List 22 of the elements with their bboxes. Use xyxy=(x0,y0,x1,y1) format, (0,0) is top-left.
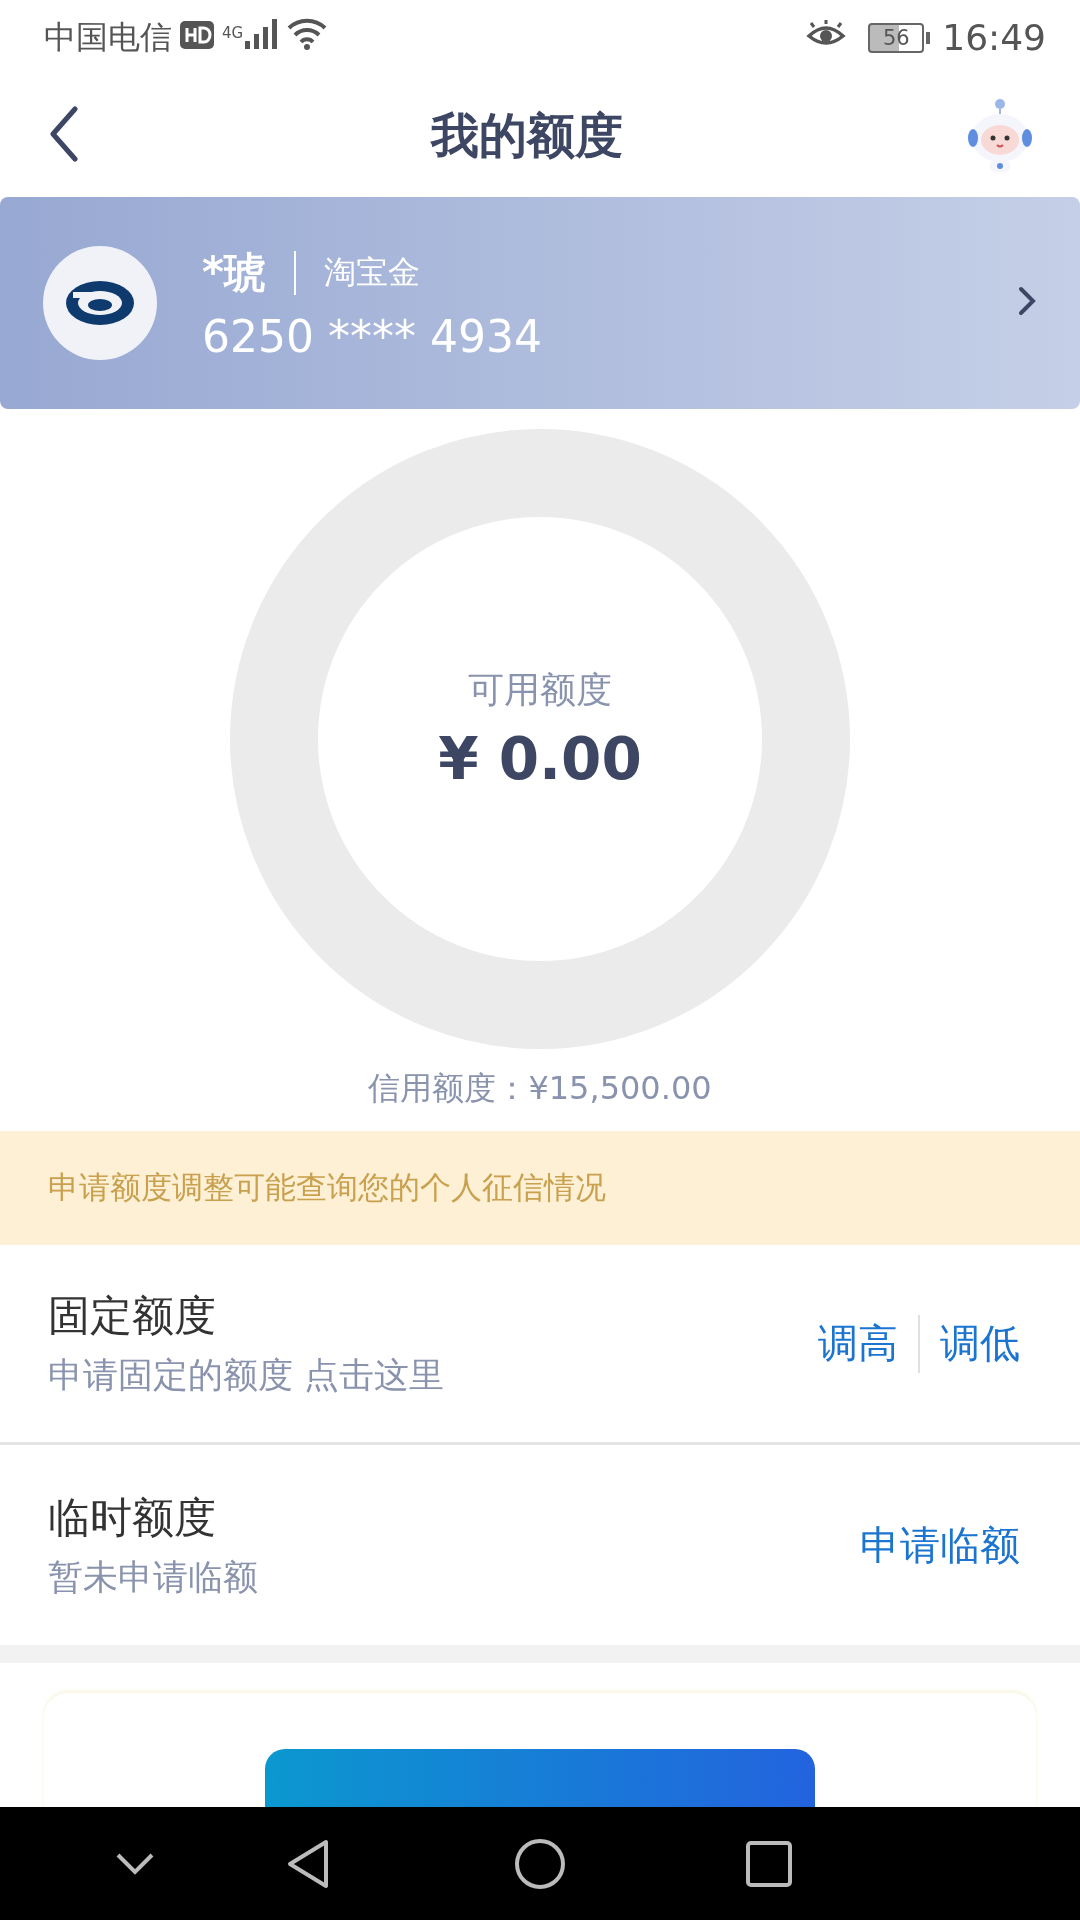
quota-title: 固定额度 xyxy=(48,1290,217,1342)
quota-subtitle: 申请固定的额度 点击这里 xyxy=(48,1354,446,1397)
network-type: 4G xyxy=(222,23,244,42)
carrier-name: 中国电信 xyxy=(44,16,172,58)
quota-subtitle: 暂未申请临额 xyxy=(48,1555,259,1599)
back-icon[interactable] xyxy=(286,1838,330,1889)
clock-time: 16:49 xyxy=(942,17,1046,58)
home-icon[interactable] xyxy=(514,1837,566,1890)
notice-text: 申请额度调整可能查询您的个人征信情况 xyxy=(48,1168,606,1207)
action-link[interactable]: 申请临额 xyxy=(840,1517,1020,1573)
card-type: 淘宝金 xyxy=(323,251,420,293)
cardholder-name: *琥 xyxy=(202,246,266,299)
collapse-icon[interactable] xyxy=(115,1851,155,1876)
available-amount: ¥ 0.00 xyxy=(438,724,642,793)
card-number: 6250 **** 4934 xyxy=(202,310,543,362)
recent-apps-icon[interactable] xyxy=(746,1840,792,1887)
action-link[interactable]: 调高 xyxy=(798,1316,918,1371)
page-title: 我的额度 xyxy=(431,105,623,165)
available-label: 可用额度 xyxy=(468,667,612,712)
action-link[interactable]: 调低 xyxy=(920,1316,1020,1371)
credit-limit: 信用额度：¥15,500.00 xyxy=(368,1068,712,1109)
quota-title: 临时额度 xyxy=(48,1491,217,1544)
